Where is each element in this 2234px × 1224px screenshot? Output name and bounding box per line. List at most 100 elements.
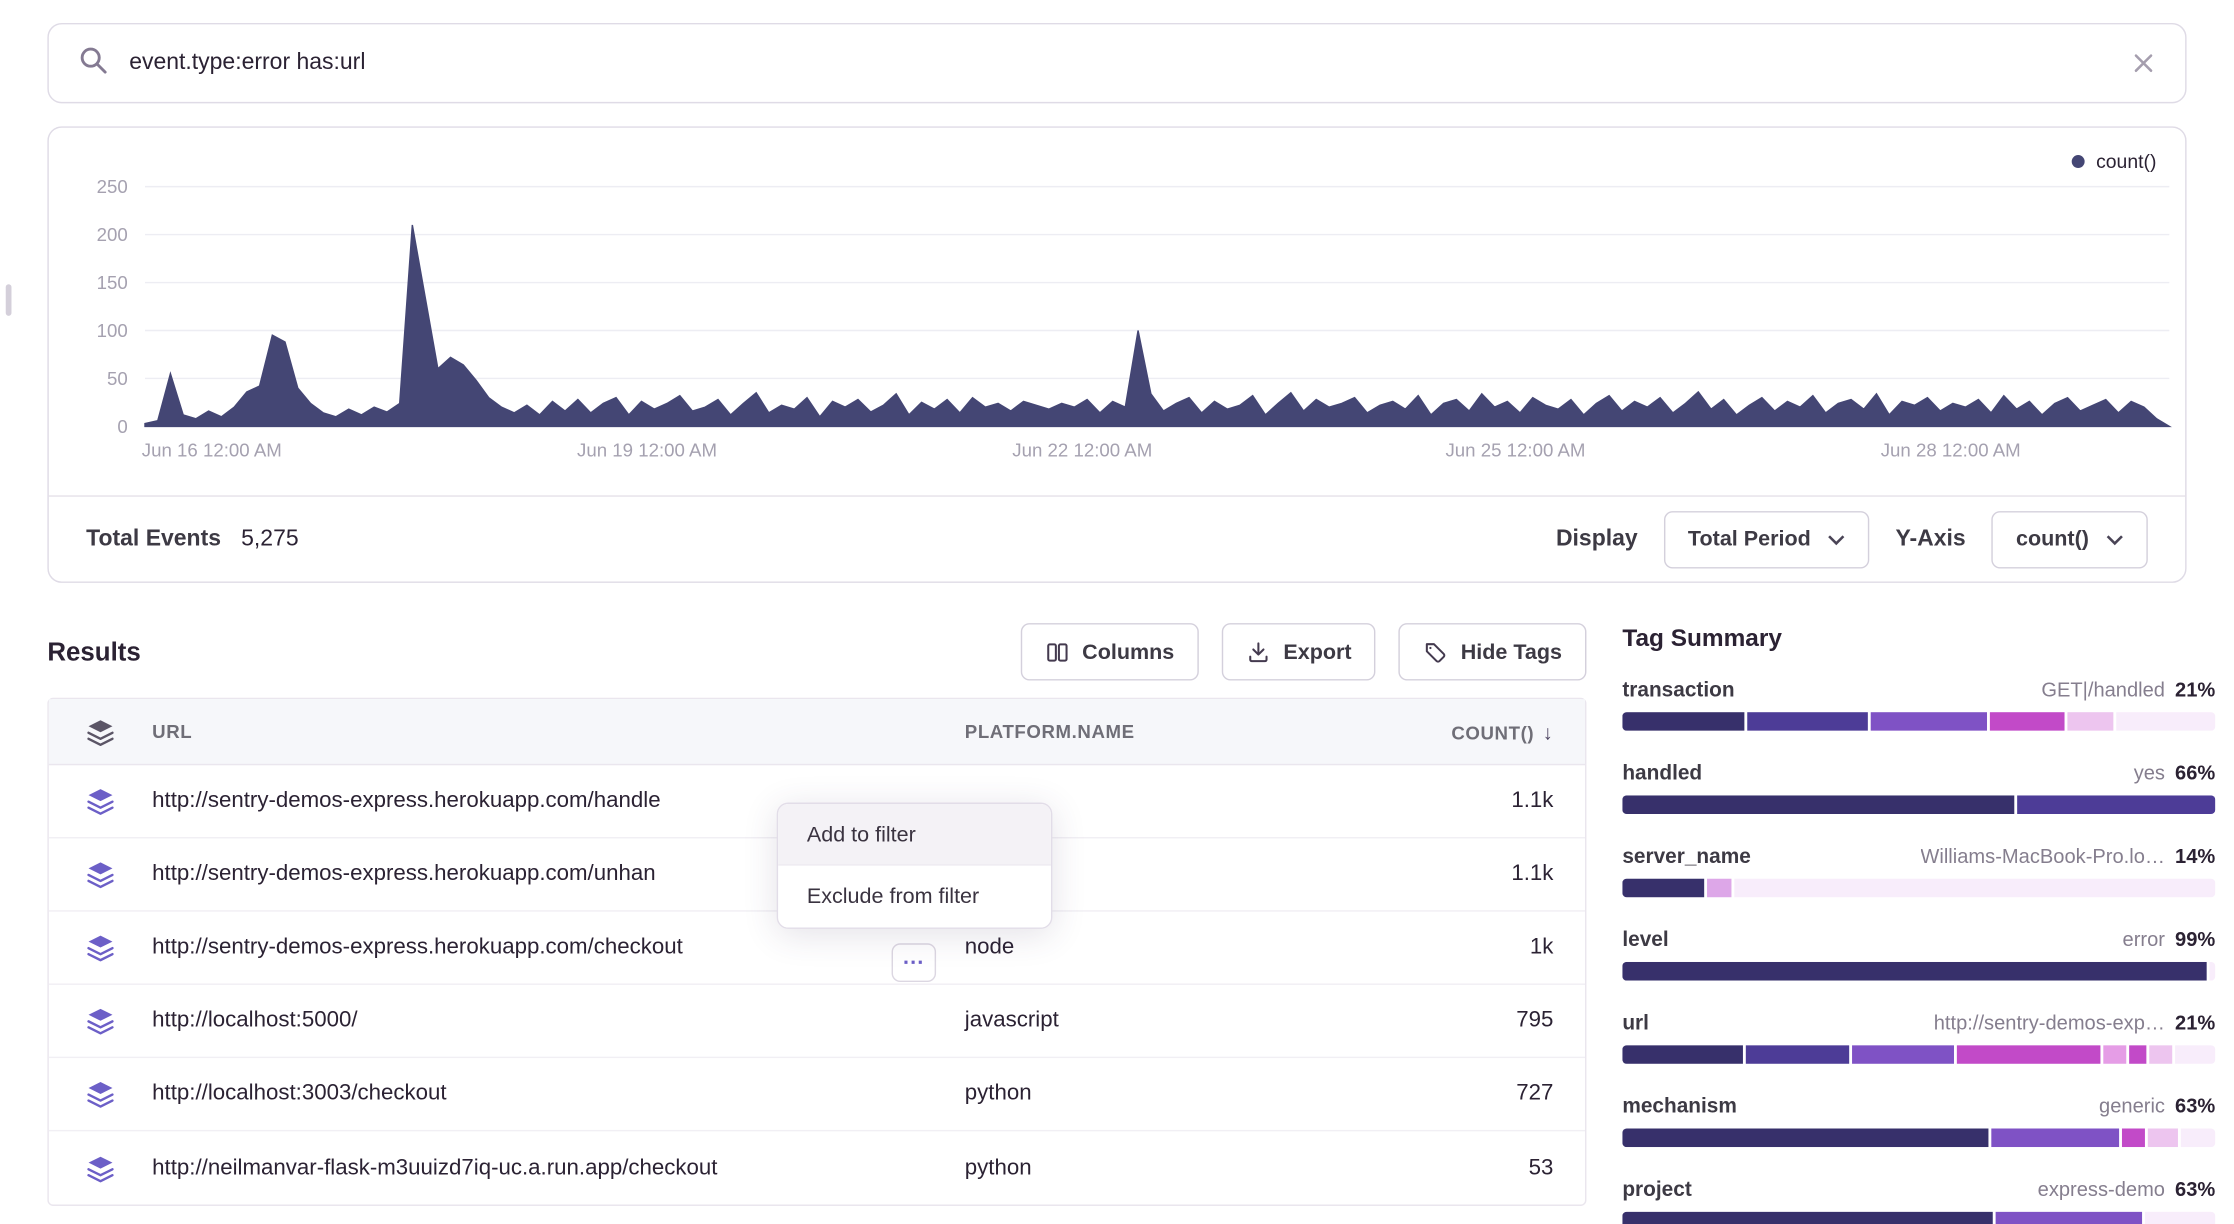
tag-percentage: 14% [2175,844,2215,867]
events-chart-panel: count() 050100150200250Jun 16 12:00 AMJu… [47,126,2186,583]
sidebar-collapse-handle[interactable] [6,284,12,316]
tag-top-value[interactable]: generic [2099,1094,2165,1117]
svg-text:Jun 19 12:00 AM: Jun 19 12:00 AM [577,440,717,461]
sort-desc-icon: ↓ [1543,720,1554,743]
tag-item: projectexpress-demo63% [1622,1177,2215,1224]
hide-tags-button[interactable]: Hide Tags [1399,623,1586,680]
tag-item: handled yes 66% [1622,761,2215,814]
tag-distribution-bar[interactable] [1622,1212,2215,1224]
svg-text:150: 150 [97,272,128,293]
results-table: URL PLATFORM.NAME COUNT() ↓ http://sentry… [47,698,1586,1206]
legend-dot-icon [2072,155,2085,168]
url-cell[interactable]: http://sentry-demos-express.herokuapp.co… [152,935,965,961]
svg-text:200: 200 [97,224,128,245]
tag-distribution-bar[interactable] [1622,1128,2215,1147]
export-button[interactable]: Export [1222,623,1376,680]
tag-distribution-bar[interactable] [1622,1045,2215,1064]
platform-cell: node [965,935,1424,961]
search-icon [78,44,110,83]
tag-item: server_name Williams-MacBook-Pro.lo… 14% [1622,844,2215,897]
context-menu-item[interactable]: Exclude from filter [778,866,1051,928]
svg-text:50: 50 [107,368,128,389]
table-row[interactable]: http://localhost:5000/javascript795 [49,985,1585,1058]
context-menu: Add to filterExclude from filter [777,803,1053,929]
layers-icon [86,933,115,962]
platform-cell: python [965,1155,1424,1181]
svg-text:Jun 16 12:00 AM: Jun 16 12:00 AM [142,440,282,461]
tag-top-value[interactable]: GET|/handled [2041,678,2165,701]
tag-percentage: 99% [2175,927,2215,950]
layers-column-icon[interactable] [86,717,115,746]
tag-name: server_name [1622,846,1750,869]
events-chart[interactable]: 050100150200250Jun 16 12:00 AMJun 19 12:… [49,128,2188,465]
search-bar[interactable] [47,23,2186,103]
tag-distribution-bar[interactable] [1622,962,2215,981]
display-label: Display [1556,526,1638,552]
tag-distribution-bar[interactable] [1622,712,2215,731]
tag-name: handled [1622,762,1702,785]
count-cell: 727 [1424,1081,1585,1107]
svg-text:100: 100 [97,320,128,341]
tag-distribution-bar[interactable] [1622,879,2215,898]
layers-icon [86,1080,115,1109]
tag-top-value[interactable]: Williams-MacBook-Pro.lo… [1920,844,2165,867]
download-icon [1246,640,1270,664]
tag-percentage: 66% [2175,761,2215,784]
tag-item: levelerror99% [1622,927,2215,980]
tag-summary-title: Tag Summary [1622,620,2215,657]
layers-icon [86,1154,115,1183]
context-menu-item[interactable]: Add to filter [778,804,1051,866]
tag-name: transaction [1622,679,1734,702]
total-events-label: Total Events [86,526,221,552]
table-row[interactable]: http://localhost:3003/checkoutpython727 [49,1058,1585,1131]
tag-percentage: 63% [2175,1094,2215,1117]
chart-legend[interactable]: count() [2072,151,2157,173]
display-select[interactable]: Total Period [1664,510,1870,567]
total-events-value: 5,275 [241,526,298,552]
tag-icon [1423,640,1447,664]
url-cell[interactable]: http://localhost:5000/ [152,1008,965,1034]
columns-button-label: Columns [1082,640,1174,664]
chart-footer: Total Events 5,275 Display Total Period … [49,495,2185,581]
table-row[interactable]: http://neilmanvar-flask-m3uuizd7iq-uc.a.… [49,1131,1585,1204]
tag-top-value[interactable]: express-demo [2038,1177,2165,1200]
discover-page: count() 050100150200250Jun 16 12:00 AMJu… [0,0,2234,1224]
count-cell: 795 [1424,1008,1585,1034]
results-section: Results Columns Export [47,620,1586,1206]
tag-percentage: 63% [2175,1177,2215,1200]
tag-percentage: 21% [2175,1011,2215,1034]
column-header-url[interactable]: URL [152,721,965,743]
results-title: Results [47,637,140,667]
tag-top-value[interactable]: http://sentry-demos-exp… [1934,1011,2165,1034]
url-cell[interactable]: http://localhost:3003/checkout [152,1081,965,1107]
count-cell: 1k [1424,935,1585,961]
layers-icon [86,860,115,889]
search-input[interactable] [129,50,2110,76]
svg-text:Jun 25 12:00 AM: Jun 25 12:00 AM [1445,440,1585,461]
svg-text:Jun 22 12:00 AM: Jun 22 12:00 AM [1012,440,1152,461]
clear-search-icon[interactable] [2131,50,2157,76]
svg-text:0: 0 [117,416,127,437]
cell-actions-button[interactable]: ⋯ [892,943,937,982]
column-header-count[interactable]: COUNT() ↓ [1424,720,1585,743]
count-header-label: COUNT() [1451,721,1534,743]
layers-icon [86,1006,115,1035]
yaxis-select-value: count() [2016,527,2089,551]
column-header-platform[interactable]: PLATFORM.NAME [965,721,1424,743]
tag-top-value[interactable]: error [2123,927,2165,950]
columns-icon [1045,640,1069,664]
table-header-row: URL PLATFORM.NAME COUNT() ↓ [49,699,1585,765]
tag-top-value[interactable]: yes [2134,761,2165,784]
results-toolbar: Columns Export Hide Tags [1020,623,1586,680]
yaxis-select[interactable]: count() [1992,510,2148,567]
count-cell: 1.1k [1424,861,1585,887]
tag-distribution-bar[interactable] [1622,795,2215,814]
layers-icon [86,787,115,816]
url-cell[interactable]: http://neilmanvar-flask-m3uuizd7iq-uc.a.… [152,1155,965,1181]
columns-button[interactable]: Columns [1020,623,1198,680]
count-cell: 53 [1424,1155,1585,1181]
yaxis-label: Y-Axis [1895,526,1965,552]
tag-item: mechanism generic 63% [1622,1094,2215,1147]
export-button-label: Export [1283,640,1351,664]
tag-name: mechanism [1622,1095,1737,1118]
